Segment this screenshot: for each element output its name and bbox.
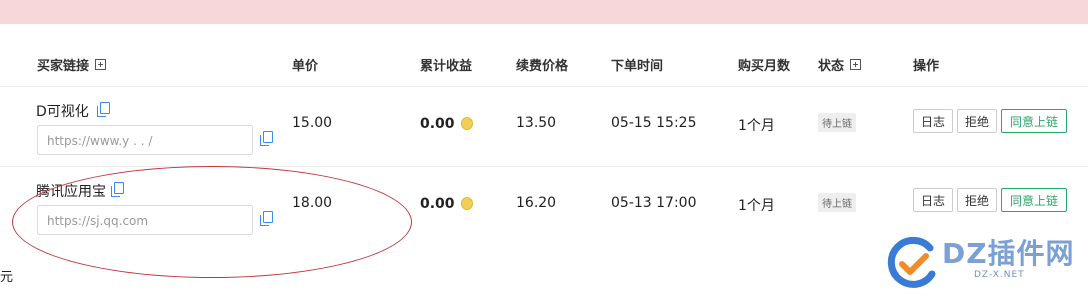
- top-banner: [0, 0, 1088, 24]
- row-divider: [0, 86, 1088, 87]
- renew-price: 13.50: [516, 115, 557, 131]
- renew-price: 16.20: [516, 195, 557, 211]
- expand-plus-icon[interactable]: [850, 59, 862, 70]
- reject-button[interactable]: 拒绝: [957, 109, 997, 133]
- reject-button[interactable]: 拒绝: [957, 188, 997, 212]
- order-time: 05-15 15:25: [611, 115, 697, 131]
- col-header-months: 购买月数: [738, 59, 791, 74]
- status-badge: 待上链: [818, 113, 856, 132]
- months: 1个月: [738, 198, 775, 214]
- agree-button[interactable]: 同意上链: [1001, 109, 1067, 133]
- watermark-sub: DZ-X.NET: [974, 270, 1025, 280]
- log-button[interactable]: 日志: [913, 109, 953, 133]
- expand-plus-icon[interactable]: [95, 59, 107, 70]
- col-header-status-label: 状态: [818, 59, 845, 74]
- copy-icon[interactable]: [260, 131, 273, 146]
- watermark-logo-icon: [887, 236, 936, 288]
- agree-button[interactable]: 同意上链: [1001, 188, 1067, 212]
- side-char: 元: [0, 270, 14, 285]
- col-header-renew-price: 续费价格: [516, 59, 569, 74]
- status-badge: 待上链: [818, 193, 856, 212]
- col-header-total-income: 累计收益: [420, 59, 473, 74]
- url-input[interactable]: https://www.y . . /: [37, 125, 253, 155]
- watermark: DZ插件网 DZ-X.NET: [884, 232, 1084, 292]
- log-button[interactable]: 日志: [913, 188, 953, 212]
- total-income-value: 0.00: [420, 116, 455, 132]
- unit-price: 15.00: [292, 115, 333, 131]
- col-header-actions: 操作: [913, 59, 940, 74]
- coin-icon: [460, 197, 473, 210]
- col-header-link-label: 买家链接: [37, 59, 90, 74]
- total-income-value: 0.00: [420, 196, 455, 212]
- col-header-unit-price: 单价: [292, 59, 319, 74]
- watermark-text: DZ插件网: [942, 237, 1075, 270]
- col-header-link[interactable]: 买家链接: [37, 55, 107, 74]
- col-header-status[interactable]: 状态: [818, 55, 862, 74]
- copy-icon[interactable]: [97, 102, 110, 117]
- total-income: 0.00: [420, 195, 473, 212]
- months: 1个月: [738, 118, 775, 134]
- coin-icon: [460, 117, 473, 130]
- order-time: 05-13 17:00: [611, 195, 697, 211]
- col-header-order-time: 下单时间: [611, 59, 664, 74]
- total-income: 0.00: [420, 115, 473, 132]
- site-name: D可视化: [36, 104, 89, 120]
- annotation-ellipse: [12, 166, 412, 278]
